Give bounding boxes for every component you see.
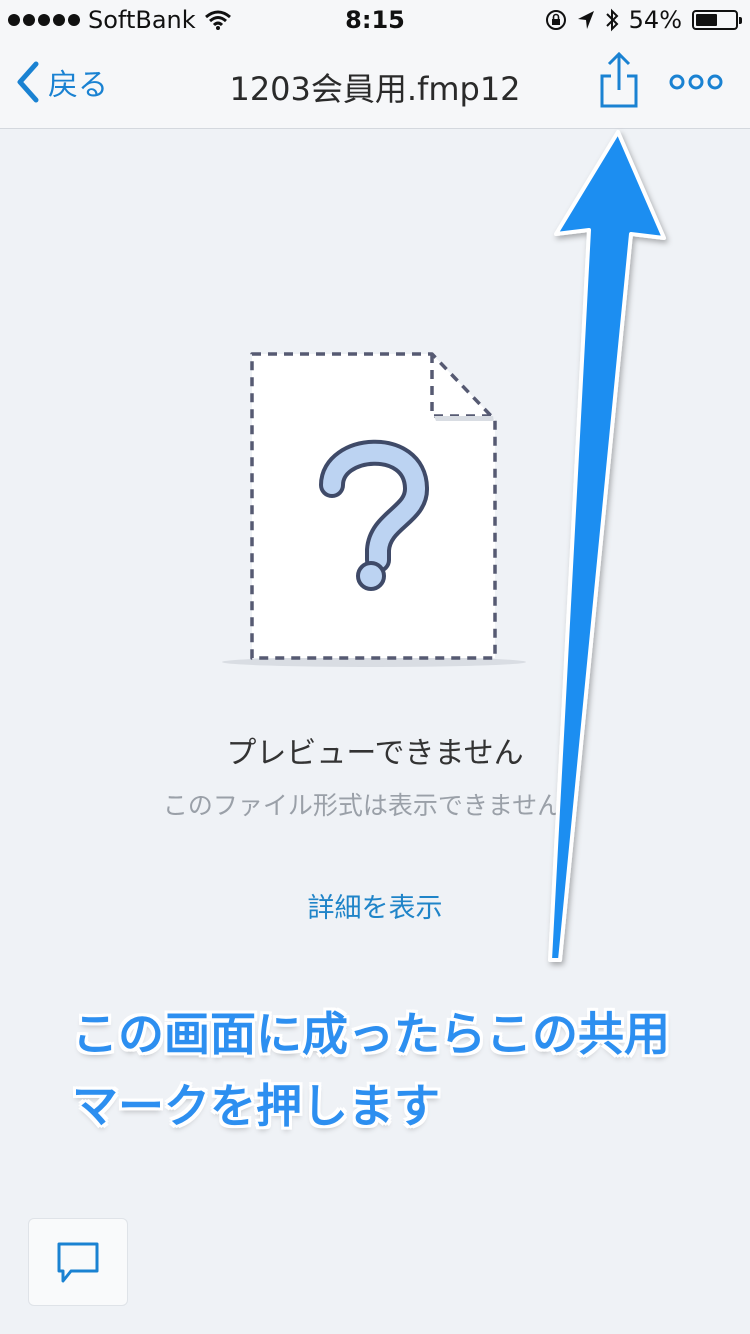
back-label: 戻る (48, 68, 108, 103)
unknown-file-question-icon (222, 352, 526, 667)
battery-fill (696, 14, 717, 26)
status-right: 54% (545, 6, 742, 34)
share-icon (600, 51, 638, 108)
back-button[interactable]: 戻る (16, 60, 108, 104)
comment-button[interactable] (28, 1218, 128, 1306)
status-bar: SoftBank 8:15 54% (0, 0, 750, 40)
share-button[interactable] (596, 50, 642, 110)
orientation-lock-icon (545, 10, 566, 30)
annotation-caption: この画面に成ったらこの共用 マークを押します (72, 998, 732, 1142)
annotation-line-2: マークを押します (72, 1079, 440, 1133)
preview-subtitle: このファイル形式は表示できません。 (162, 791, 588, 820)
comment-bubble-icon (57, 1242, 99, 1283)
location-arrow-icon (577, 11, 594, 29)
bluetooth-icon (605, 8, 619, 32)
navigation-bar: 戻る 1203会員用.fmp12 (0, 40, 750, 129)
battery-percent: 54% (628, 6, 682, 34)
battery-icon (692, 10, 742, 30)
annotation-line-1: この画面に成ったらこの共用 (72, 1007, 670, 1061)
chevron-left-icon (17, 61, 39, 103)
more-button[interactable] (668, 68, 724, 96)
preview-title: プレビューできません (226, 736, 524, 771)
more-dots-icon (669, 74, 723, 90)
show-details-link[interactable]: 詳細を表示 (308, 893, 443, 924)
details-link-row: 詳細を表示 (0, 886, 750, 925)
